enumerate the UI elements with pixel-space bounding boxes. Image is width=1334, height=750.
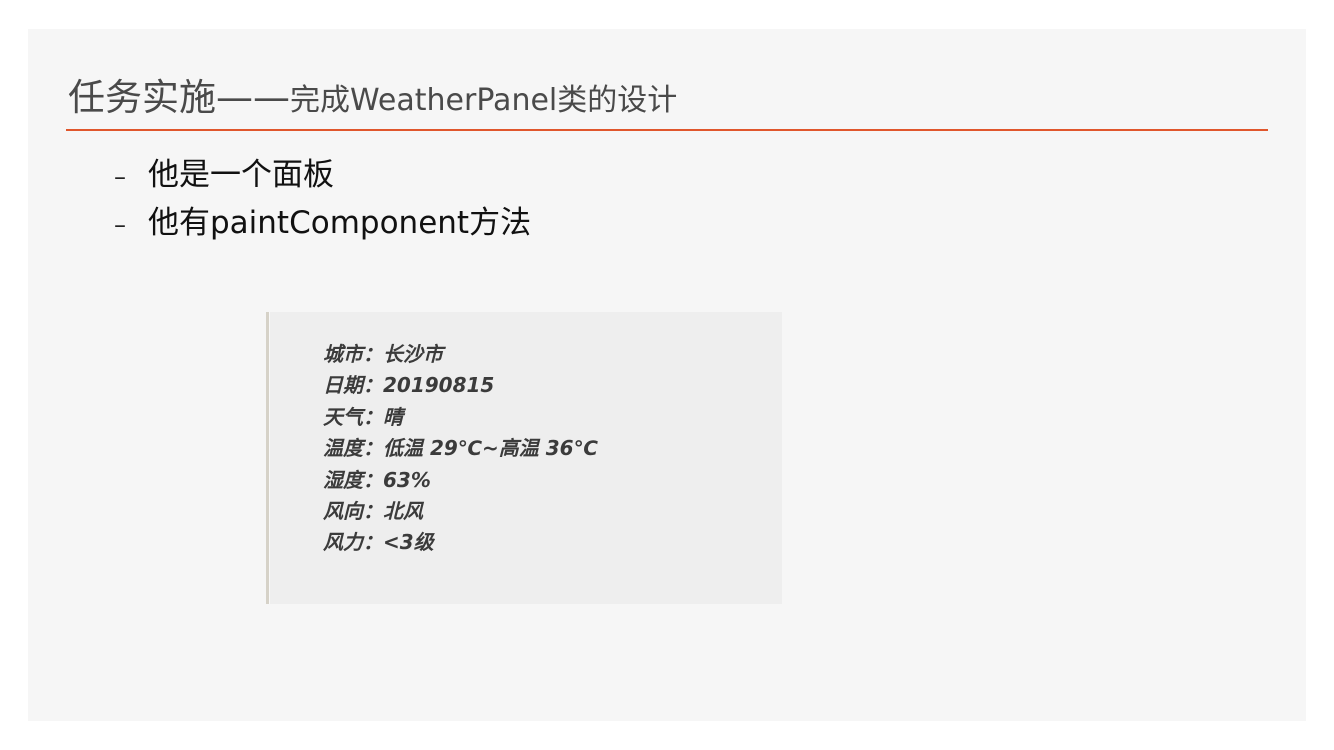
slide: 任务实施——完成WeatherPanel类的设计 – 他是一个面板 – 他有pain… xyxy=(28,29,1306,721)
bullet-item: – 他是一个面板 xyxy=(114,151,531,199)
weather-info-list: 城市：长沙市 日期：20190815 天气：晴 温度：低温 29℃~高温 36℃… xyxy=(323,339,598,559)
bullet-marker: – xyxy=(114,211,126,239)
weather-wind-force: 风力：<3级 xyxy=(323,530,434,555)
weather-wind-direction: 风向：北风 xyxy=(323,498,423,523)
weather-humidity: 湿度：63% xyxy=(323,467,431,492)
weather-panel-screenshot: 城市：长沙市 日期：20190815 天气：晴 温度：低温 29℃~高温 36℃… xyxy=(266,312,782,604)
bullet-list: – 他是一个面板 – 他有paintComponent方法 xyxy=(114,151,531,247)
weather-condition: 天气：晴 xyxy=(323,404,403,429)
slide-title-main: 任务实施—— xyxy=(68,76,290,119)
bullet-marker: – xyxy=(114,163,126,191)
weather-temperature: 温度：低温 29℃~高温 36℃ xyxy=(323,436,598,461)
bullet-text: 他是一个面板 xyxy=(148,157,334,193)
bullet-item: – 他有paintComponent方法 xyxy=(114,199,531,247)
weather-date: 日期：20190815 xyxy=(323,373,495,398)
weather-city: 城市：长沙市 xyxy=(323,342,443,366)
slide-title: 任务实施——完成WeatherPanel类的设计 xyxy=(68,67,678,119)
slide-title-sub: 完成WeatherPanel类的设计 xyxy=(290,83,678,118)
panel-edge-highlight xyxy=(269,312,270,604)
bullet-text: 他有paintComponent方法 xyxy=(148,205,532,241)
title-underline xyxy=(66,129,1268,131)
